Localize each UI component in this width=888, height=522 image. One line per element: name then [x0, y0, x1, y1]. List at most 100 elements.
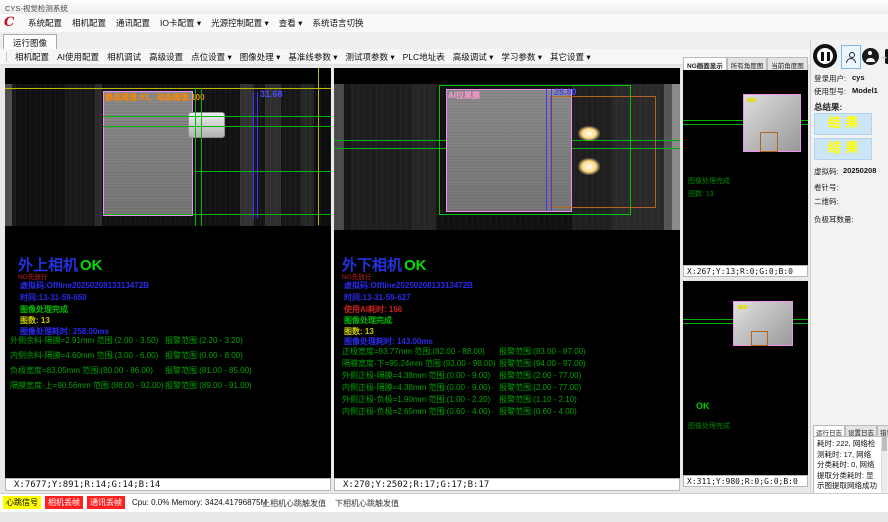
total-result-label: 总结果:	[814, 101, 842, 113]
green-measure-line	[195, 88, 196, 226]
login-user-label: 登录用户:	[814, 73, 846, 84]
mini-panel-1: 图像处理完成 图数: 13	[683, 70, 808, 265]
blue-measure-line	[253, 92, 254, 218]
menu-system-config[interactable]: 系统配置	[28, 17, 62, 29]
left-camera-panel: 静态阈值:93，动态阈值:100 31.68 外上相机OK NG先放行 虚拟码:…	[5, 68, 331, 478]
alarm-range: 报警范围:(89.00 - 91.00)	[165, 380, 252, 391]
mini-panel-1-status-bar: X:267;Y:13;R:0;G:0;B:0	[683, 265, 808, 277]
measurement-row: 负极宽度=83.05mm 范围:(80.00 - 86.00)	[10, 365, 153, 376]
mini-tab-strip: NG画面显示 所有角度图 当前角度图	[683, 57, 808, 70]
log-text-area: 耗时: 222, 网络检测耗时: 17, 网络分类耗时: 0, 网络提取分类耗时…	[813, 436, 887, 494]
result-status: OK	[80, 257, 103, 274]
qr-code-label: 二维码:	[814, 196, 839, 207]
blue-measure-line	[257, 92, 258, 218]
comm-drop-badge: 通讯丢帧	[87, 496, 125, 509]
mini-tab-ng-display[interactable]: NG画面显示	[683, 57, 727, 70]
done-line: 图像处理完成	[344, 315, 392, 326]
left-panel-status-bar: X:7677;Y:891;R:14;G:14;B:14	[5, 478, 331, 491]
mini-overlay-mark	[747, 98, 756, 102]
tool-ai-config[interactable]: AI使用配置	[57, 51, 99, 63]
menu-camera-config[interactable]: 相机配置	[72, 17, 106, 29]
green-measure-line	[103, 126, 331, 127]
alarm-range: 报警范围:(2.00 - 77.00)	[499, 370, 581, 381]
orange-roi-box	[550, 96, 656, 208]
measurement-row: 内侧正极-负极=2.65mm 范围:(0.60 - 4.00)	[342, 406, 490, 417]
alarm-range: 报警范围:(0.00 - 8.00)	[165, 350, 243, 361]
led-highlight	[578, 126, 600, 141]
pause-icon	[821, 52, 824, 61]
app-logo-icon: C	[4, 16, 18, 30]
tab-strip: 运行图像	[0, 32, 888, 50]
measurement-row: 隔膜宽度-下=95.24mm 范围:(93.00 - 98.00)	[342, 358, 496, 369]
user-switch-button[interactable]	[862, 48, 879, 65]
mini-info-line: 图像处理完成	[688, 176, 730, 186]
tool-camera-debug[interactable]: 相机调试	[107, 51, 141, 63]
measurement-row: 正极宽度=83.77mm 范围:(82.00 - 88.00)	[342, 346, 485, 357]
camera-drop-badge: 相机丢帧	[45, 496, 83, 509]
green-measure-line	[195, 171, 331, 172]
pause-button[interactable]	[813, 44, 837, 68]
tool-test-params[interactable]: 测试项参数 ▾	[346, 51, 395, 63]
barcode-line: 虚拟码:Offline2025020813313472B	[344, 280, 473, 291]
mini-panel-2-status-bar: X:311;Y:980;R:0;G:0;B:0	[683, 475, 808, 487]
ai-overlay-label: AI拉黑膜	[448, 90, 480, 101]
done-line: 图像处理完成	[20, 304, 68, 315]
measurement-row: 外侧正极-隔膜=4.38mm 范围:(0.00 - 9.00)	[342, 370, 490, 381]
product-region-box	[103, 91, 193, 216]
menu-io-config[interactable]: IO卡配置 ▾	[160, 17, 201, 29]
mini-panel-2: OK 图像处理完成	[683, 281, 808, 475]
tool-learning-params[interactable]: 学习参数 ▾	[501, 51, 542, 63]
threshold-overlay-text: 静态阈值:93，动态阈值:100	[105, 92, 205, 103]
measurement-row: 外侧正极-负极=1.90mm 范围:(1.00 - 2.20)	[342, 394, 490, 405]
time-line: 时间:13-31-59-650	[20, 292, 87, 303]
tool-advanced-debug[interactable]: 高级调试 ▾	[453, 51, 494, 63]
orange-roi-box	[760, 132, 778, 152]
log-scrollbar-thumb[interactable]	[882, 437, 887, 451]
heartbeat-badge: 心跳信号	[3, 496, 41, 509]
tool-advanced-settings[interactable]: 高级设置	[149, 51, 183, 63]
menu-comm-config[interactable]: 通讯配置	[116, 17, 150, 29]
exit-icon	[885, 49, 888, 64]
measure-value-label: 28.80	[554, 87, 577, 97]
green-measure-line	[103, 116, 331, 117]
bottom-status-strip: 心跳信号 相机丢帧 通讯丢帧 Cpu: 0.0% Memory: 3424.41…	[0, 493, 888, 512]
window-title: CYS-视觉检测系统	[5, 3, 68, 14]
mini-overlay-mark	[738, 305, 747, 309]
time-line: 时间:13-31-59-627	[344, 292, 411, 303]
menu-light-config[interactable]: 光源控制配置 ▾	[211, 17, 269, 29]
upper-camera-heartbeat-label: 上相机心跳触发值	[262, 498, 326, 509]
user-icon	[846, 52, 856, 63]
measurement-row: 外侧余料-隔膜=2.91mm 范围:(2.00 - 3.50)	[10, 335, 158, 346]
tool-image-processing[interactable]: 图像处理 ▾	[240, 51, 281, 63]
blue-measure-line	[546, 89, 547, 211]
mini-result-status: OK	[696, 401, 710, 411]
menu-language-switch[interactable]: 系统语言切换	[312, 17, 363, 29]
barcode-value: 20250208	[843, 166, 876, 175]
login-user-value: cys	[852, 73, 865, 82]
model-label: 使用型号:	[814, 86, 846, 97]
green-measure-line	[201, 88, 202, 226]
tool-baseline-params[interactable]: 基准线参数 ▾	[288, 51, 337, 63]
ai-time-line: 使用AI耗时: 166	[344, 304, 402, 315]
tool-plc-address[interactable]: PLC地址表	[403, 51, 445, 63]
login-user-button[interactable]	[841, 45, 861, 69]
mini-info-line: 图像处理完成	[688, 421, 730, 431]
menu-view[interactable]: 查看 ▾	[279, 17, 303, 29]
exit-button[interactable]	[880, 45, 888, 67]
pause-icon	[827, 52, 830, 61]
measurement-row: 内侧余料-隔膜=4.60mm 范围:(3.00 - 6.00)	[10, 350, 158, 361]
blue-measure-line	[551, 89, 552, 211]
alarm-range: 报警范围:(1.10 - 2.10)	[499, 394, 577, 405]
barcode-label: 虚拟码:	[814, 166, 839, 177]
mini-tab-current-angle[interactable]: 当前角度图	[767, 57, 808, 70]
log-scrollbar[interactable]	[881, 437, 887, 493]
tool-camera-config[interactable]: 相机配置	[15, 51, 49, 63]
tool-other-settings[interactable]: 其它设置 ▾	[550, 51, 591, 63]
barcode-line: 虚拟码:Offline2025020813313472B	[20, 280, 149, 291]
mini-tab-all-angles[interactable]: 所有角度图	[727, 57, 768, 70]
alarm-range: 报警范围:(83.00 - 87.00)	[499, 346, 586, 357]
alarm-range: 报警范围:(81.00 - 85.00)	[165, 365, 252, 376]
tool-position-settings[interactable]: 点位设置 ▾	[191, 51, 232, 63]
measurement-row: 隔膜宽度-上=90.56mm 范围:(88.00 - 92.00)	[10, 380, 164, 391]
alarm-range: 报警范围:(2.20 - 3.20)	[165, 335, 243, 346]
